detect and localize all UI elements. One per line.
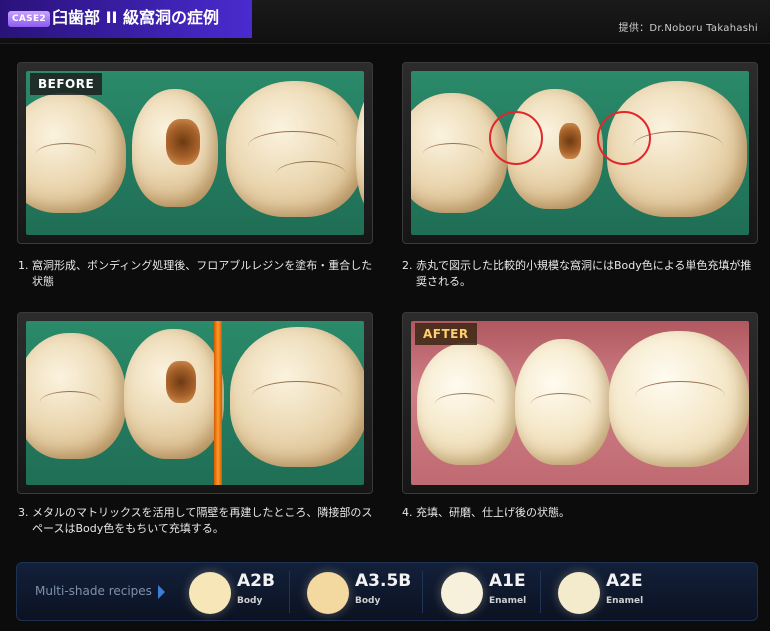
photo-image [411, 321, 749, 485]
page-title: 臼歯部 II 級窩洞の症例 [52, 8, 220, 27]
shade-swatch [307, 572, 349, 614]
divider [289, 571, 290, 613]
red-circle-marker [489, 111, 543, 165]
recipes-label: Multi-shade recipes [35, 584, 152, 598]
caption-3: 3. メタルのマトリックスを活用して隔壁を再建したところ、隣接部のスペースはBo… [18, 506, 373, 535]
photo-tag: AFTER [415, 323, 477, 345]
red-circle-marker [597, 111, 651, 165]
photo-matrix [17, 312, 373, 494]
title-banner: CASE2 臼歯部 II 級窩洞の症例 [0, 0, 252, 38]
photo-image [26, 321, 364, 485]
page-header: CASE2 臼歯部 II 級窩洞の症例 提供：Dr.Noboru Takahas… [0, 0, 770, 44]
shade-type: Enamel [489, 596, 527, 606]
multi-shade-recipes-bar: Multi-shade recipes A2B Body A3.5B Body … [16, 562, 758, 621]
recipe-a2b[interactable]: A2B Body [189, 569, 301, 615]
photo-marked [402, 62, 758, 244]
case-badge: CASE2 [8, 11, 50, 27]
caption-4: 4. 充填、研磨、仕上げ後の状態。 [402, 506, 570, 519]
matrix-band [214, 321, 222, 485]
divider [422, 571, 423, 613]
photo-after: AFTER [402, 312, 758, 494]
caption-1: 1. 窩洞形成、ボンディング処理後、フロアブルレジンを塗布・重合した状態 [18, 259, 373, 288]
arrow-right-icon [158, 585, 165, 599]
shade-name: A1E [489, 571, 526, 591]
recipe-a3-5b[interactable]: A3.5B Body [307, 569, 419, 615]
shade-type: Body [355, 596, 381, 606]
shade-swatch [558, 572, 600, 614]
photo-credit: 提供：Dr.Noboru Takahashi [618, 23, 758, 34]
shade-type: Enamel [606, 596, 644, 606]
photo-image [26, 71, 364, 235]
shade-type: Body [237, 596, 263, 606]
photo-tag: BEFORE [30, 73, 103, 95]
divider [540, 571, 541, 613]
photo-before: BEFORE [17, 62, 373, 244]
recipe-a2e[interactable]: A2E Enamel [558, 569, 670, 615]
shade-name: A2B [237, 571, 275, 591]
recipe-a1e[interactable]: A1E Enamel [441, 569, 553, 615]
shade-name: A3.5B [355, 571, 412, 591]
shade-name: A2E [606, 571, 643, 591]
shade-swatch [189, 572, 231, 614]
shade-swatch [441, 572, 483, 614]
photo-image [411, 71, 749, 235]
caption-2: 2. 赤丸で図示した比較的小規模な窩洞にはBody色による単色充填が推奨される。 [402, 259, 752, 288]
